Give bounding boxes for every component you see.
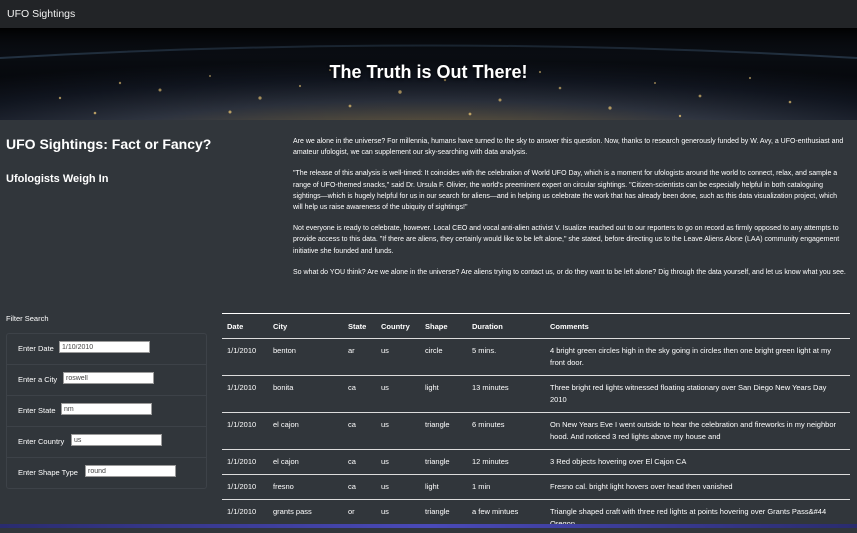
state-label: Enter State bbox=[18, 406, 56, 415]
cell-state: ca bbox=[343, 413, 376, 450]
table-row: 1/1/2010 fresno ca us light 1 min Fresno… bbox=[222, 475, 850, 500]
filter-row-country: Enter Country bbox=[7, 427, 206, 458]
city-label: Enter a City bbox=[18, 375, 57, 384]
article-paragraph: So what do YOU think? Are we alone in th… bbox=[293, 267, 848, 278]
cell-date: 1/1/2010 bbox=[222, 413, 268, 450]
cell-city: fresno bbox=[268, 475, 343, 500]
filter-row-date: Enter Date bbox=[7, 334, 206, 365]
table-row: 1/1/2010 el cajon ca us triangle 6 minut… bbox=[222, 413, 850, 450]
filter-row-city: Enter a City bbox=[7, 365, 206, 396]
column-header: State bbox=[343, 314, 376, 339]
column-header: Country bbox=[376, 314, 420, 339]
state-input[interactable] bbox=[61, 403, 152, 415]
cell-date: 1/1/2010 bbox=[222, 339, 268, 376]
column-header: Date bbox=[222, 314, 268, 339]
cell-country: us bbox=[376, 413, 420, 450]
cell-country: us bbox=[376, 339, 420, 376]
column-header: Shape bbox=[420, 314, 467, 339]
cell-duration: 1 min bbox=[467, 475, 545, 500]
article-paragraph: "The release of this analysis is well-ti… bbox=[293, 168, 848, 213]
filter-panel: Enter Date Enter a City Enter State Ente… bbox=[6, 333, 207, 489]
article-paragraph: Are we alone in the universe? For millen… bbox=[293, 136, 848, 158]
cell-shape: light bbox=[420, 475, 467, 500]
cell-comments: Fresno cal. bright light hovers over hea… bbox=[545, 475, 850, 500]
cell-city: benton bbox=[268, 339, 343, 376]
page-heading: UFO Sightings: Fact or Fancy? bbox=[6, 136, 211, 152]
cell-shape: light bbox=[420, 376, 467, 413]
filter-row-shape: Enter Shape Type bbox=[7, 458, 206, 488]
brand-link[interactable]: UFO Sightings bbox=[7, 8, 75, 20]
cell-state: ca bbox=[343, 475, 376, 500]
cell-date: 1/1/2010 bbox=[222, 376, 268, 413]
table-header-row: Date City State Country Shape Duration C… bbox=[222, 314, 850, 339]
cell-city: el cajon bbox=[268, 413, 343, 450]
column-header: Duration bbox=[467, 314, 545, 339]
date-input[interactable] bbox=[59, 341, 150, 353]
city-input[interactable] bbox=[63, 372, 154, 384]
cell-duration: 12 minutes bbox=[467, 450, 545, 475]
cell-shape: triangle bbox=[420, 413, 467, 450]
cell-state: ca bbox=[343, 376, 376, 413]
ufo-table: Date City State Country Shape Duration C… bbox=[222, 313, 850, 533]
cell-comments: On New Years Eve I went outside to hear … bbox=[545, 413, 850, 450]
article-body: Are we alone in the universe? For millen… bbox=[293, 136, 848, 288]
cell-duration: 6 minutes bbox=[467, 413, 545, 450]
cell-shape: triangle bbox=[420, 450, 467, 475]
cell-comments: 3 Red objects hovering over El Cajon CA bbox=[545, 450, 850, 475]
table-row: 1/1/2010 bonita ca us light 13 minutes T… bbox=[222, 376, 850, 413]
cell-comments: Three bright red lights witnessed floati… bbox=[545, 376, 850, 413]
date-label: Enter Date bbox=[18, 344, 54, 353]
table-row: 1/1/2010 benton ar us circle 5 mins. 4 b… bbox=[222, 339, 850, 376]
table-row: 1/1/2010 el cajon ca us triangle 12 minu… bbox=[222, 450, 850, 475]
cell-city: bonita bbox=[268, 376, 343, 413]
cell-country: us bbox=[376, 475, 420, 500]
column-header: Comments bbox=[545, 314, 850, 339]
shape-input[interactable] bbox=[85, 465, 176, 477]
cell-date: 1/1/2010 bbox=[222, 475, 268, 500]
cell-city: el cajon bbox=[268, 450, 343, 475]
cell-country: us bbox=[376, 450, 420, 475]
cell-duration: 5 mins. bbox=[467, 339, 545, 376]
filter-title: Filter Search bbox=[6, 314, 49, 323]
cell-comments: 4 bright green circles high in the sky g… bbox=[545, 339, 850, 376]
cell-country: us bbox=[376, 376, 420, 413]
page-subheading: Ufologists Weigh In bbox=[6, 173, 108, 185]
cell-state: ar bbox=[343, 339, 376, 376]
hero-title: The Truth is Out There! bbox=[0, 62, 857, 83]
shape-label: Enter Shape Type bbox=[18, 468, 78, 477]
cell-duration: 13 minutes bbox=[467, 376, 545, 413]
filter-row-state: Enter State bbox=[7, 396, 206, 427]
navbar: UFO Sightings bbox=[0, 0, 857, 29]
cell-date: 1/1/2010 bbox=[222, 450, 268, 475]
column-header: City bbox=[268, 314, 343, 339]
country-input[interactable] bbox=[71, 434, 162, 446]
cell-state: ca bbox=[343, 450, 376, 475]
hero-banner: The Truth is Out There! bbox=[0, 28, 857, 120]
horizontal-scrollbar[interactable] bbox=[0, 524, 857, 528]
country-label: Enter Country bbox=[18, 437, 64, 446]
article-paragraph: Not everyone is ready to celebrate, howe… bbox=[293, 223, 848, 257]
cell-shape: circle bbox=[420, 339, 467, 376]
